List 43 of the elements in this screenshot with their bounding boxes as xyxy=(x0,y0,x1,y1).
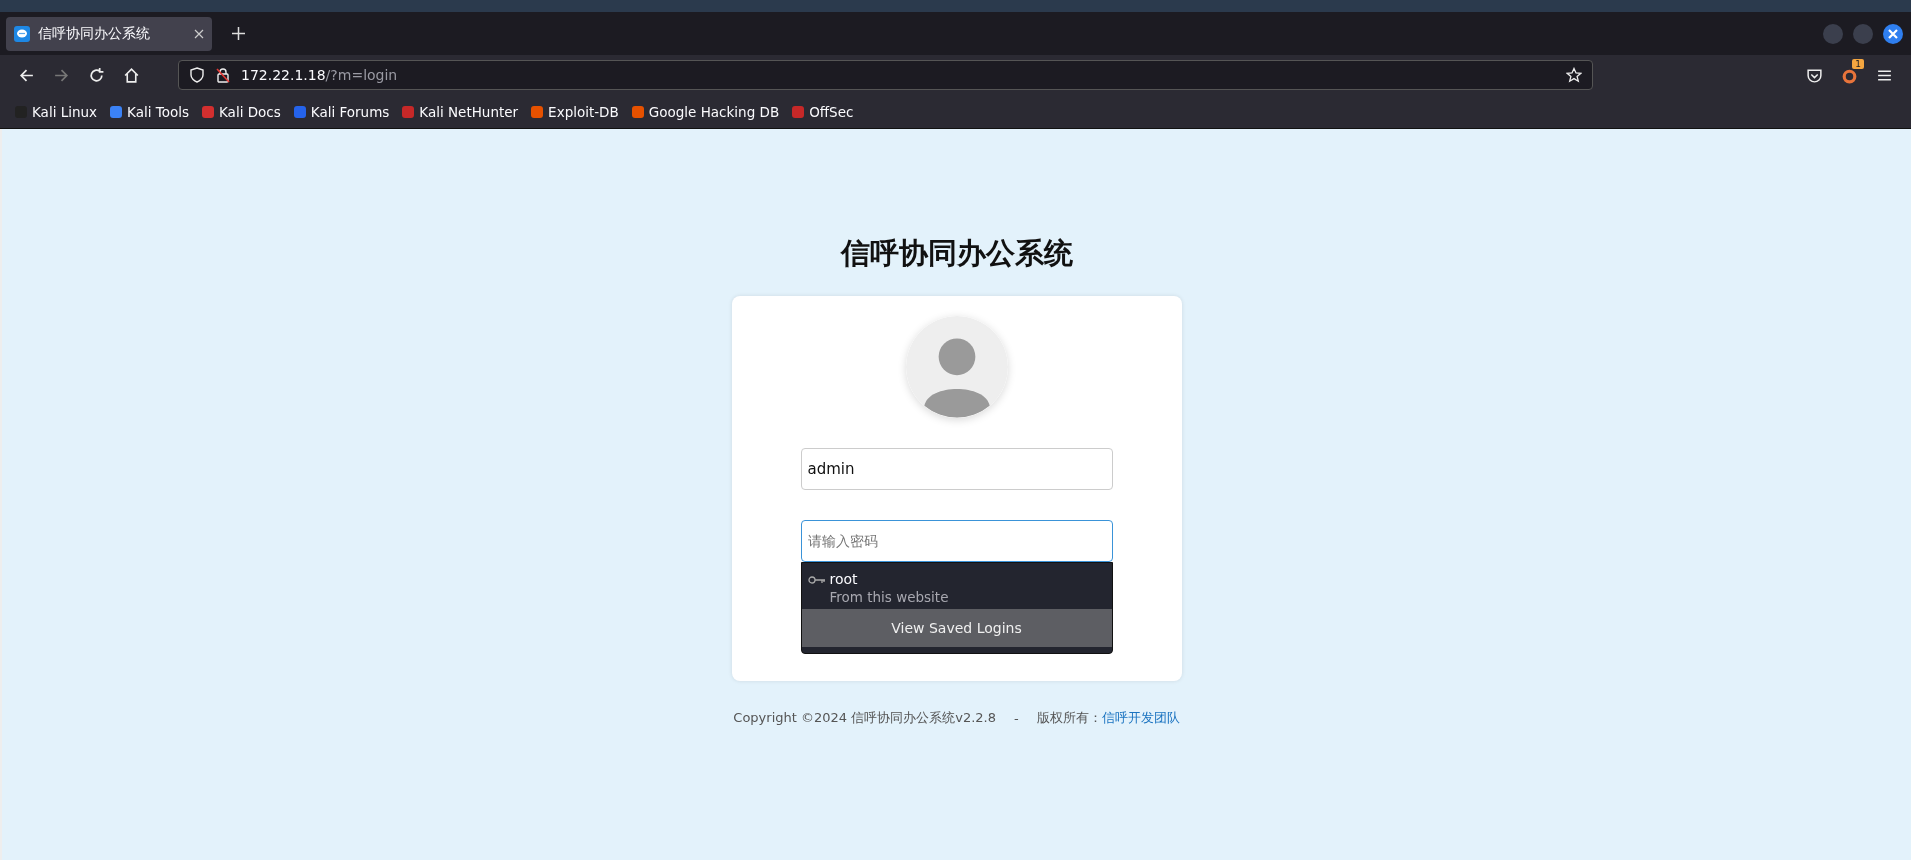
bookmark-favicon-icon xyxy=(630,104,645,119)
bookmark-item[interactable]: Kali Docs xyxy=(201,103,281,120)
rights-label: 版权所有： xyxy=(1036,709,1102,727)
home-icon[interactable] xyxy=(123,66,140,84)
copyright-text: Copyright ©2024 信呼协同办公系统v2.2.8 xyxy=(733,709,996,727)
pocket-icon[interactable] xyxy=(1806,66,1823,84)
bookmark-favicon-icon xyxy=(109,104,124,119)
star-icon[interactable] xyxy=(1566,67,1582,83)
browser-tab[interactable]: 信呼协同办公系统 xyxy=(6,16,212,51)
bookmark-favicon-icon xyxy=(401,104,416,119)
avatar-silhouette-icon xyxy=(905,316,1008,418)
bookmark-favicon-icon xyxy=(292,104,307,119)
bookmark-item[interactable]: Google Hacking DB xyxy=(630,103,780,120)
bookmark-favicon-icon xyxy=(201,104,215,119)
bookmark-item[interactable]: Kali Forums xyxy=(292,103,390,120)
reload-icon[interactable] xyxy=(88,66,105,84)
bookmark-item[interactable]: Exploit-DB xyxy=(530,103,619,120)
username-field[interactable]: admin xyxy=(800,448,1113,490)
team-link[interactable]: 信呼开发团队 xyxy=(1101,709,1180,727)
bookmark-item[interactable]: Kali Tools xyxy=(109,103,189,120)
password-field[interactable]: 请输入密码 xyxy=(800,520,1113,562)
close-icon[interactable] xyxy=(194,28,204,39)
bookmark-item[interactable]: Kali Linux xyxy=(14,103,98,120)
view-saved-logins-button[interactable]: View Saved Logins xyxy=(801,609,1112,647)
close-icon[interactable] xyxy=(1883,23,1903,44)
key-icon xyxy=(807,575,826,585)
login-source: From this website xyxy=(829,589,949,605)
url-text: 172.22.1.18/?m=login xyxy=(241,67,398,83)
saved-login-item[interactable]: root From this website xyxy=(801,563,1112,609)
separator-text: - xyxy=(1013,710,1019,726)
bookmark-item[interactable]: OffSec xyxy=(791,103,854,120)
shield-icon xyxy=(189,67,205,83)
tab-title: 信呼协同办公系统 xyxy=(38,24,151,43)
chat-bubble-icon xyxy=(14,25,30,42)
bookmark-favicon-icon xyxy=(530,104,545,119)
new-tab-icon[interactable] xyxy=(232,27,245,40)
login-username: root xyxy=(829,571,859,587)
page-title: 信呼协同办公系统 xyxy=(840,235,1073,272)
notification-badge: 1 xyxy=(1852,58,1864,69)
crossed-lock-icon xyxy=(215,67,231,83)
address-bar[interactable]: 172.22.1.18/?m=login xyxy=(178,60,1593,90)
bookmark-item[interactable]: Kali NetHunter xyxy=(401,103,519,120)
bookmark-favicon-icon xyxy=(791,104,806,119)
